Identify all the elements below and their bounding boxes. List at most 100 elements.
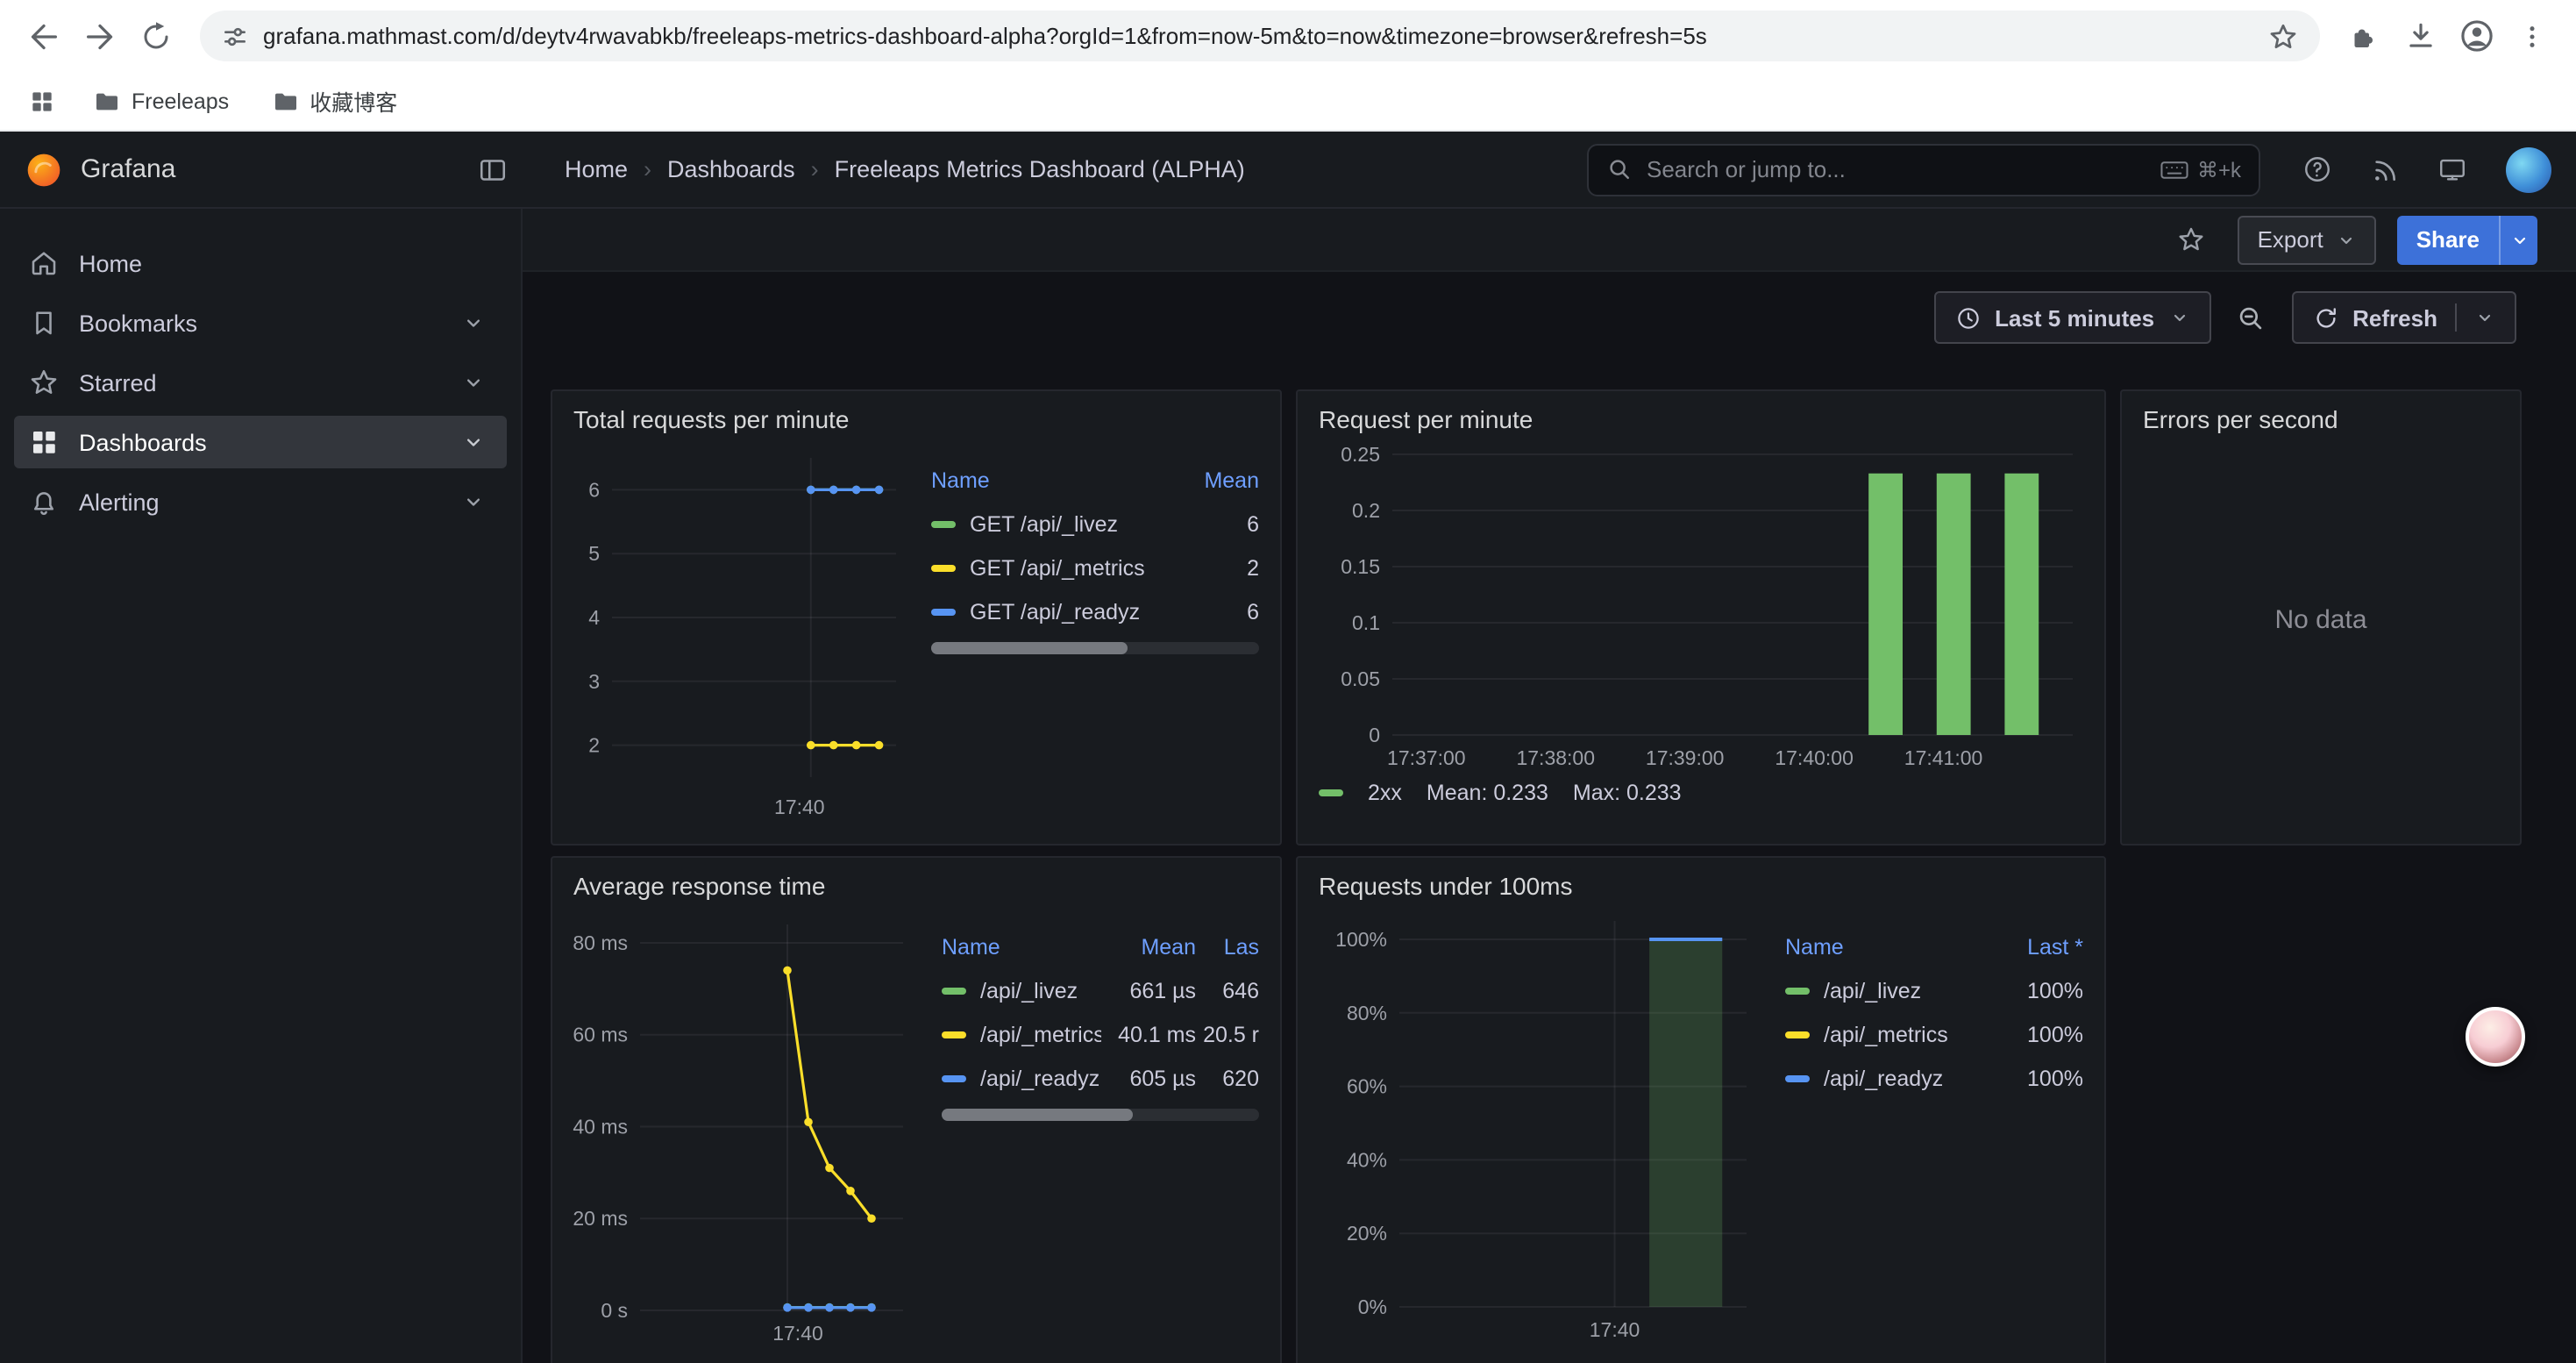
legend-row[interactable]: /api/_readyz605 µs620 — [942, 1056, 1259, 1100]
breadcrumb-home[interactable]: Home — [565, 156, 628, 182]
legend-wrap: NameMeanLas/api/_livez661 µs646/api/_met… — [917, 907, 1259, 1349]
chart-legend[interactable]: 2xx Mean: 0.233 Max: 0.233 — [1319, 781, 2083, 805]
panel-total-requests-per-minute: Total requests per minute 6543217:40 Nam… — [551, 389, 1282, 846]
sidebar-collapse-button[interactable] — [477, 153, 509, 185]
apps-grid-button[interactable] — [21, 80, 63, 122]
legend-row[interactable]: /api/_livez100% — [1785, 968, 2083, 1012]
sidebar-item-home[interactable]: Home — [14, 237, 507, 289]
series-marker — [1785, 987, 1810, 994]
url-bar[interactable]: grafana.mathmast.com/d/deytv4rwavabkb/fr… — [200, 11, 2320, 61]
bookmark-icon — [28, 307, 60, 339]
total-requests-chart[interactable]: 6543217:40 — [573, 440, 907, 823]
panel-title[interactable]: Errors per second — [2143, 405, 2499, 433]
series-marker — [1785, 1074, 1810, 1081]
puzzle-icon — [2348, 20, 2380, 52]
back-arrow-icon — [26, 18, 61, 54]
panel-title[interactable]: Average response time — [573, 872, 1259, 900]
series-name[interactable]: 2xx — [1368, 781, 1402, 805]
legend-row[interactable]: GET /api/_metrics2 — [931, 546, 1259, 589]
search-box[interactable]: ⌘+k — [1587, 143, 2260, 196]
legend-row[interactable]: /api/_metrics100% — [1785, 1012, 2083, 1056]
requests-under-100ms-chart[interactable]: 100%80%60%40%20%0%17:40 — [1319, 907, 1761, 1345]
help-button[interactable] — [2302, 154, 2332, 184]
bookmark-star-icon[interactable] — [2267, 20, 2299, 52]
chevron-down-icon[interactable] — [461, 489, 486, 514]
extensions-button[interactable] — [2338, 10, 2390, 62]
grafana-sidebar: Home Bookmarks Starred Dashboards Alerti… — [0, 209, 523, 1363]
legend-table: NameLast */api/_livez100%/api/_metrics10… — [1785, 924, 2083, 1100]
share-button[interactable]: Share — [2397, 215, 2499, 264]
search-icon — [1606, 156, 1633, 182]
url-text[interactable]: grafana.mathmast.com/d/deytv4rwavabkb/fr… — [263, 23, 2253, 49]
sidebar-item-bookmarks[interactable]: Bookmarks — [14, 296, 507, 349]
browser-menu-button[interactable] — [2506, 10, 2558, 62]
sidebar-item-starred[interactable]: Starred — [14, 356, 507, 409]
legend-row[interactable]: /api/_livez661 µs646 — [942, 968, 1259, 1012]
average-response-time-chart[interactable]: 80 ms60 ms40 ms20 ms0 s17:40 — [573, 907, 917, 1349]
chevron-down-icon[interactable] — [461, 310, 486, 335]
legend-row[interactable]: GET /api/_livez6 — [931, 502, 1259, 546]
refresh-button[interactable]: Refresh — [2352, 304, 2437, 331]
legend-header: NameMean — [931, 458, 1259, 502]
svg-text:0.15: 0.15 — [1341, 555, 1380, 578]
time-controls: Last 5 minutes Refresh — [1933, 291, 2516, 344]
svg-text:17:41:00: 17:41:00 — [1904, 746, 1983, 769]
caret-down-icon[interactable] — [2474, 307, 2495, 328]
clock-icon — [1954, 304, 1981, 331]
zoom-out-icon — [2236, 303, 2266, 332]
profile-button[interactable] — [2450, 10, 2502, 62]
brand-block: Grafana — [25, 150, 509, 189]
scrollbar-thumb[interactable] — [931, 642, 1128, 654]
bookmark-folder-freeleaps[interactable]: Freeleaps — [81, 82, 241, 120]
svg-text:17:39:00: 17:39:00 — [1646, 746, 1725, 769]
kiosk-mode-button[interactable] — [2437, 154, 2467, 184]
svg-text:80 ms: 80 ms — [573, 931, 628, 954]
legend-row[interactable]: /api/_metrics40.1 ms20.5 r — [942, 1012, 1259, 1056]
site-settings-icon[interactable] — [221, 22, 249, 50]
legend-row[interactable]: /api/_readyz100% — [1785, 1056, 2083, 1100]
chevron-down-icon[interactable] — [461, 370, 486, 395]
request-per-minute-chart[interactable]: 0.250.20.150.10.05017:37:0017:38:0017:39… — [1319, 440, 2087, 774]
back-button[interactable] — [18, 10, 70, 62]
time-range-picker[interactable]: Last 5 minutes — [1933, 291, 2210, 344]
dashboards-grid-icon — [28, 426, 60, 458]
star-icon — [28, 367, 60, 398]
svg-text:40 ms: 40 ms — [573, 1115, 628, 1138]
zoom-out-button[interactable] — [2224, 291, 2277, 344]
bookmark-folder-blog[interactable]: 收藏博客 — [259, 79, 409, 123]
sidebar-item-label: Bookmarks — [79, 310, 197, 336]
svg-text:0.2: 0.2 — [1352, 499, 1380, 522]
svg-text:17:40: 17:40 — [772, 1322, 823, 1345]
sidebar-item-alerting[interactable]: Alerting — [14, 475, 507, 528]
panel-title[interactable]: Requests under 100ms — [1319, 872, 2083, 900]
scrollbar-thumb[interactable] — [942, 1109, 1132, 1121]
svg-text:20%: 20% — [1347, 1222, 1387, 1245]
forward-button[interactable] — [74, 10, 126, 62]
export-button[interactable]: Export — [2238, 215, 2376, 264]
sidebar-item-dashboards[interactable]: Dashboards — [14, 416, 507, 468]
forward-arrow-icon — [82, 18, 117, 54]
downloads-button[interactable] — [2394, 10, 2446, 62]
floating-assistant-avatar[interactable] — [2466, 1007, 2525, 1067]
refresh-icon[interactable] — [2312, 304, 2338, 331]
reload-button[interactable] — [130, 10, 182, 62]
favorite-dashboard-button[interactable] — [2165, 213, 2217, 266]
panel-title[interactable]: Request per minute — [1319, 405, 2083, 433]
search-input[interactable] — [1647, 156, 2146, 182]
legend-scrollbar[interactable] — [931, 642, 1259, 654]
svg-text:20 ms: 20 ms — [573, 1207, 628, 1230]
breadcrumb-dashboards[interactable]: Dashboards — [667, 156, 795, 182]
legend-scrollbar[interactable] — [942, 1109, 1259, 1121]
series-marker — [942, 1031, 966, 1038]
share-menu-button[interactable] — [2499, 215, 2537, 264]
news-button[interactable] — [2371, 155, 2399, 183]
user-avatar[interactable] — [2506, 146, 2551, 192]
chevron-down-icon[interactable] — [461, 430, 486, 454]
legend-row[interactable]: GET /api/_readyz6 — [931, 589, 1259, 633]
legend-table: NameMeanLas/api/_livez661 µs646/api/_met… — [942, 924, 1259, 1100]
panel-title[interactable]: Total requests per minute — [573, 405, 1259, 433]
grafana-logo[interactable] — [25, 150, 63, 189]
series-marker — [931, 608, 956, 615]
panel-request-per-minute: Request per minute 0.250.20.150.10.05017… — [1296, 389, 2106, 846]
svg-text:60%: 60% — [1347, 1075, 1387, 1098]
